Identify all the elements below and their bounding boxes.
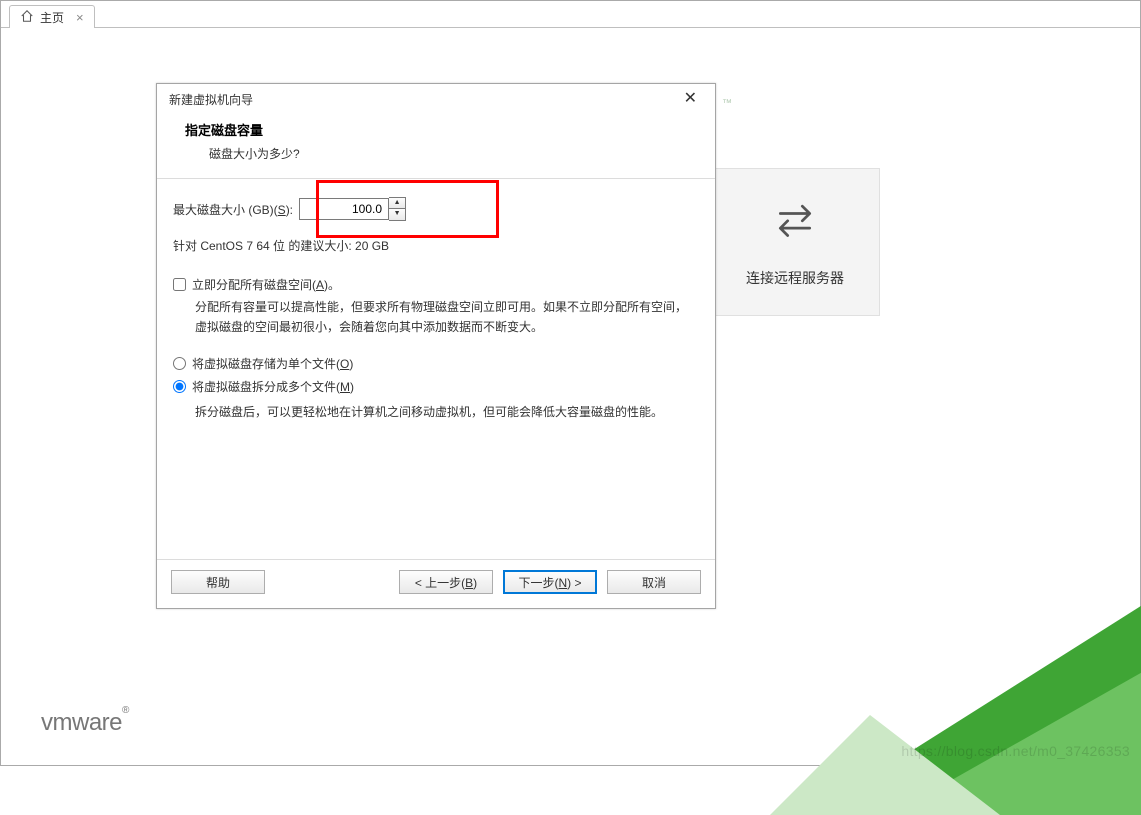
disk-size-spinner: ▲ ▼ — [299, 197, 406, 221]
connect-remote-label: 连接远程服务器 — [746, 268, 844, 288]
dialog-titlebar: 新建虚拟机向导 ✕ — [157, 84, 715, 114]
store-single-row: 将虚拟磁盘存储为单个文件(O) — [173, 352, 699, 375]
new-vm-wizard-dialog: 新建虚拟机向导 ✕ 指定磁盘容量 磁盘大小为多少? 最大磁盘大小 (GB)(S)… — [156, 83, 716, 609]
spinner-buttons: ▲ ▼ — [389, 197, 406, 221]
vmware-logo: vmware® — [41, 709, 129, 737]
split-multi-radio[interactable] — [173, 380, 186, 393]
allocate-all-checkbox[interactable] — [173, 278, 186, 291]
tab-label: 主页 — [40, 9, 64, 26]
header-subtitle: 磁盘大小为多少? — [185, 145, 699, 162]
split-multi-label: 将虚拟磁盘拆分成多个文件(M) — [192, 378, 354, 395]
close-icon[interactable]: ✕ — [678, 89, 703, 109]
home-tab[interactable]: 主页 × — [9, 5, 95, 28]
spin-up-button[interactable]: ▲ — [389, 198, 405, 209]
vmware-logo-text: vmware — [41, 709, 122, 736]
dialog-footer: 帮助 < 上一步(B) 下一步(N) > 取消 — [157, 559, 715, 608]
help-button[interactable]: 帮助 — [171, 570, 265, 594]
close-icon[interactable]: × — [76, 11, 84, 24]
allocate-all-row: 立即分配所有磁盘空间(A)。 — [173, 270, 699, 293]
decor-triangles — [770, 555, 1141, 815]
connect-remote-card[interactable]: 连接远程服务器 — [710, 168, 880, 316]
disk-size-label: 最大磁盘大小 (GB)(S): — [173, 201, 293, 218]
dialog-header: 指定磁盘容量 磁盘大小为多少? — [157, 114, 715, 179]
allocate-all-desc: 分配所有容量可以提高性能，但要求所有物理磁盘空间立即可用。如果不立即分配所有空间… — [173, 293, 699, 352]
store-single-label: 将虚拟磁盘存储为单个文件(O) — [192, 355, 353, 372]
allocate-all-label: 立即分配所有磁盘空间(A)。 — [192, 276, 340, 293]
disk-size-row: 最大磁盘大小 (GB)(S): ▲ ▼ — [173, 197, 699, 221]
store-single-radio[interactable] — [173, 357, 186, 370]
split-multi-row: 将虚拟磁盘拆分成多个文件(M) — [173, 375, 699, 398]
home-icon — [20, 9, 34, 26]
tab-bar: 主页 × — [1, 1, 1140, 28]
dialog-title: 新建虚拟机向导 — [169, 91, 253, 108]
recommended-size-text: 针对 CentOS 7 64 位 的建议大小: 20 GB — [173, 227, 699, 270]
main-area: ™ 连接远程服务器 vmware® https://blog.csdn.net/… — [1, 28, 1140, 765]
split-multi-desc: 拆分磁盘后，可以更轻松地在计算机之间移动虚拟机，但可能会降低大容量磁盘的性能。 — [173, 398, 699, 436]
cancel-button[interactable]: 取消 — [607, 570, 701, 594]
transfer-icon — [773, 197, 817, 244]
watermark-text: https://blog.csdn.net/m0_37426353 — [901, 743, 1130, 759]
next-button[interactable]: 下一步(N) > — [503, 570, 597, 594]
dialog-body: 最大磁盘大小 (GB)(S): ▲ ▼ 针对 CentOS 7 64 位 的建议… — [157, 179, 715, 559]
spin-down-button[interactable]: ▼ — [389, 209, 405, 220]
tm-text: ™ — [722, 98, 732, 109]
header-title: 指定磁盘容量 — [185, 120, 699, 139]
disk-size-input[interactable] — [299, 198, 389, 220]
back-button[interactable]: < 上一步(B) — [399, 570, 493, 594]
